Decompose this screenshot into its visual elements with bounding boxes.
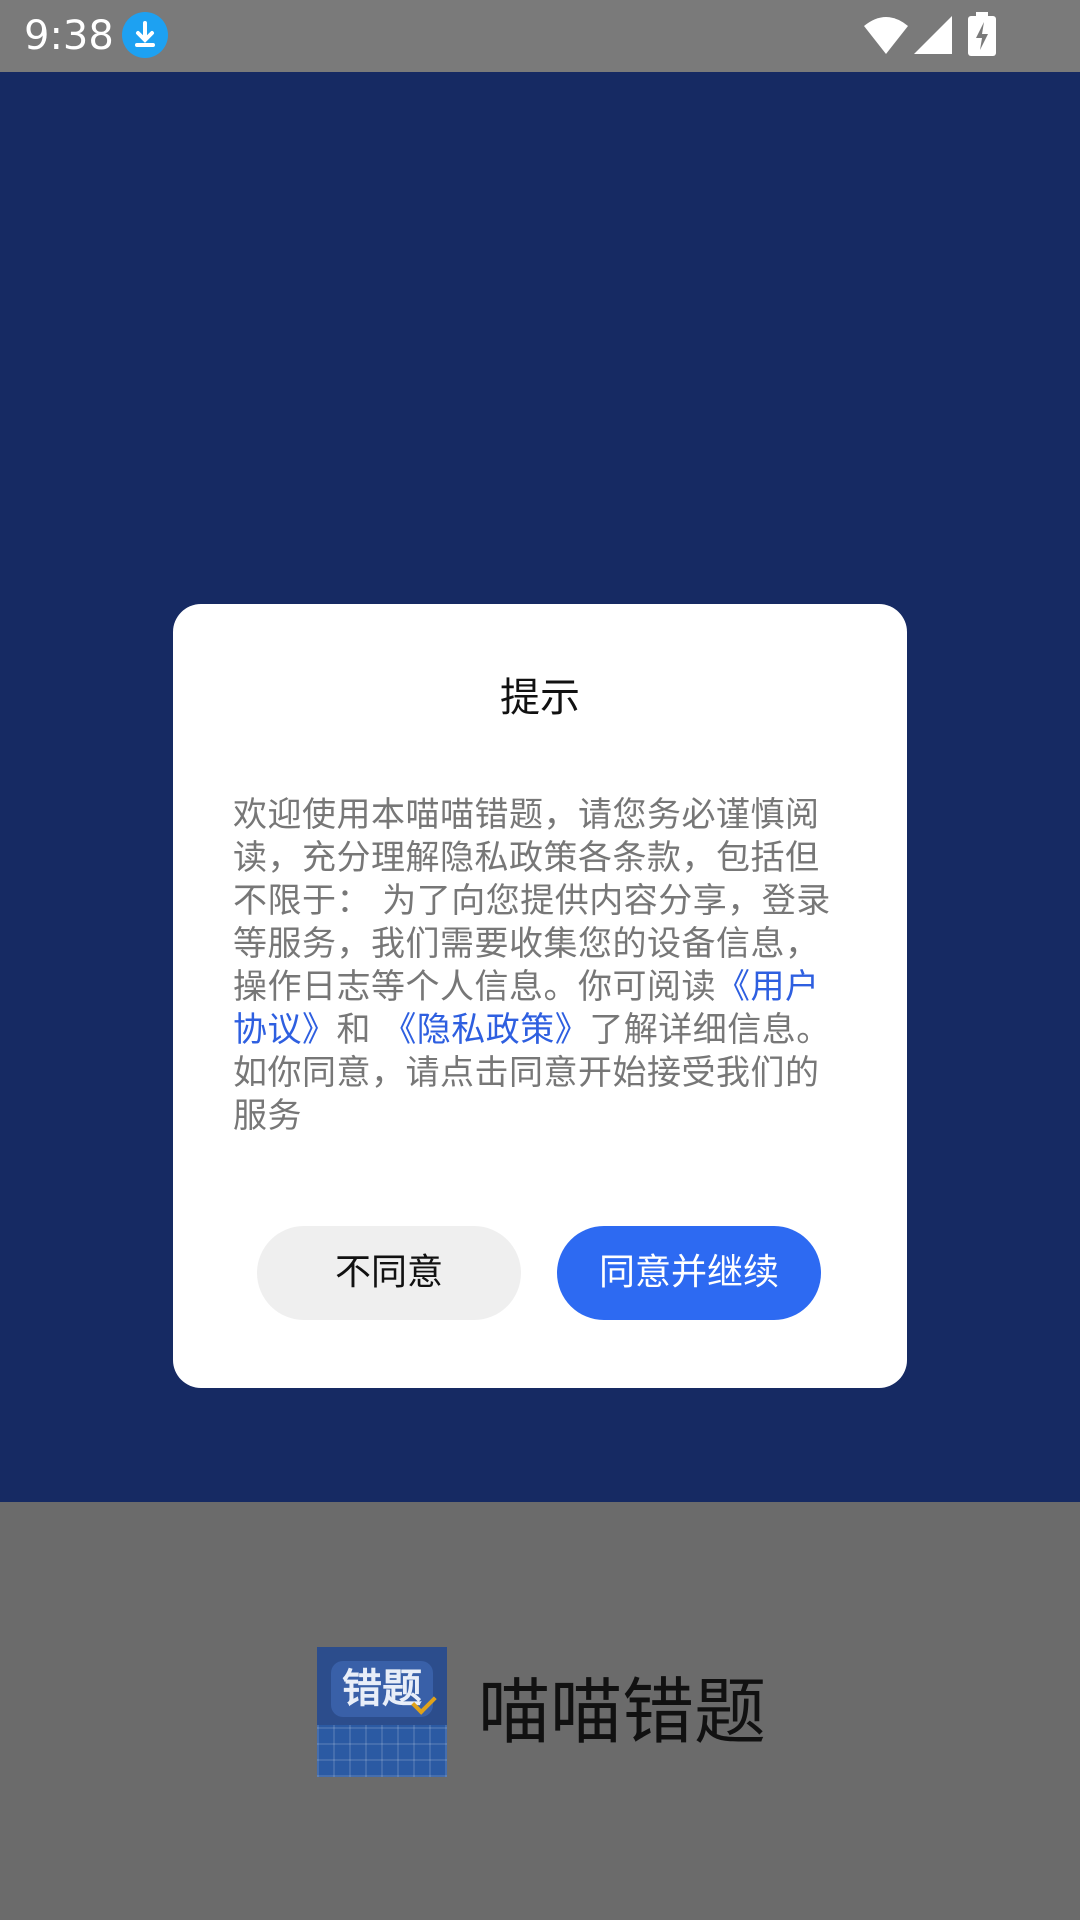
app-name: 喵喵错题 bbox=[478, 1670, 767, 1754]
battery-charging-icon bbox=[968, 12, 996, 60]
signal-icon bbox=[912, 14, 954, 60]
privacy-dialog: 提示 欢迎使用本喵喵错题，请您务必谨慎阅读，充分理解隐私政策各条款，包括但不限于… bbox=[173, 604, 907, 1388]
disagree-button[interactable]: 不同意 bbox=[257, 1226, 521, 1320]
brand-area: 错题 喵喵错题 bbox=[0, 1502, 1080, 1920]
app-logo: 错题 bbox=[317, 1647, 447, 1777]
status-bar: 9:38 bbox=[0, 0, 1080, 72]
agree-continue-button[interactable]: 同意并继续 bbox=[557, 1226, 821, 1320]
dialog-body: 欢迎使用本喵喵错题，请您务必谨慎阅读，充分理解隐私政策各条款，包括但不限于： 为… bbox=[233, 794, 833, 1138]
dialog-title: 提示 bbox=[500, 675, 580, 721]
privacy-policy-link[interactable]: 《隐私政策》 bbox=[382, 1010, 589, 1050]
logo-grid bbox=[317, 1725, 447, 1777]
download-icon bbox=[122, 12, 168, 58]
and-text: 和 bbox=[336, 1010, 383, 1050]
status-time: 9:38 bbox=[24, 13, 114, 59]
wifi-icon bbox=[862, 14, 910, 60]
